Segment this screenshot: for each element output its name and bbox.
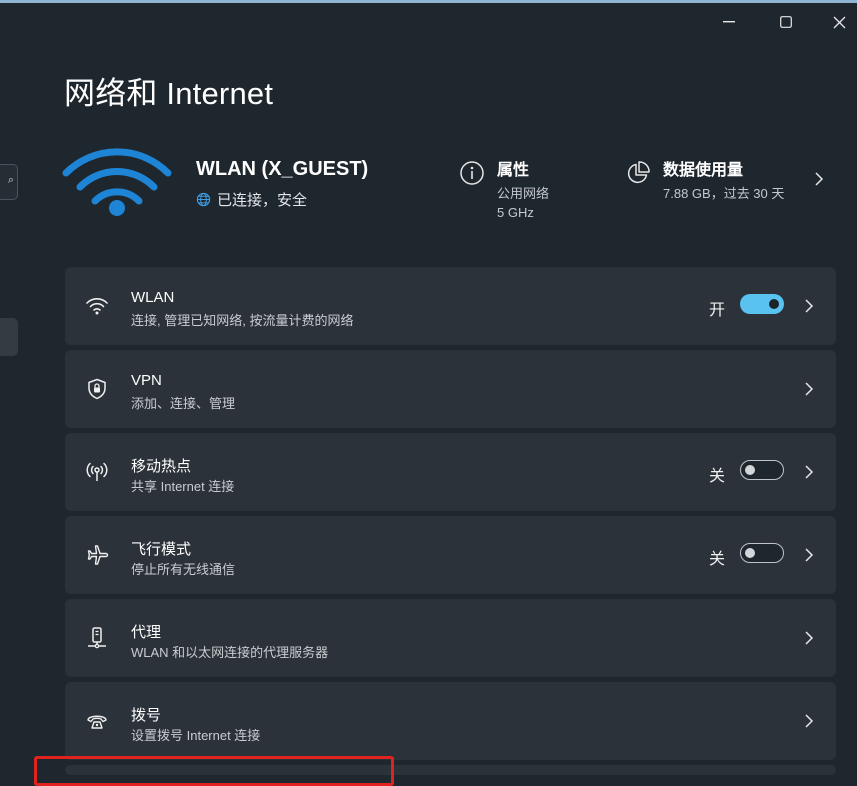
toggle-state-label: 关 bbox=[709, 468, 726, 485]
row-subtitle: WLAN 和以太网连接的代理服务器 bbox=[131, 645, 329, 660]
proxy-icon bbox=[88, 627, 106, 649]
page-title: 网络和 Internet bbox=[64, 76, 274, 111]
search-box-fragment[interactable]: ⌕ bbox=[0, 164, 18, 200]
network-status: 已连接，安全 bbox=[196, 189, 307, 210]
toggle-state-label: 关 bbox=[709, 551, 726, 568]
close-icon bbox=[833, 16, 845, 28]
properties-band: 5 GHz bbox=[497, 205, 534, 220]
vpn-shield-icon bbox=[88, 378, 106, 400]
settings-row-airplane-mode[interactable]: 飞行模式 停止所有无线通信 关 bbox=[65, 516, 836, 594]
airplane-icon bbox=[87, 545, 109, 565]
chevron-right-icon bbox=[805, 548, 814, 562]
toggle-state-label: 开 bbox=[709, 302, 726, 319]
chevron-right-icon bbox=[805, 714, 814, 728]
row-subtitle: 连接, 管理已知网络, 按流量计费的网络 bbox=[131, 313, 354, 328]
row-subtitle: 设置拨号 Internet 连接 bbox=[131, 728, 261, 743]
info-icon bbox=[460, 161, 484, 185]
chevron-right-icon bbox=[805, 631, 814, 645]
airplane-mode-toggle[interactable] bbox=[740, 543, 784, 563]
row-subtitle: 共享 Internet 连接 bbox=[131, 479, 235, 494]
row-title: WLAN bbox=[131, 289, 175, 306]
network-status-text: 已连接，安全 bbox=[217, 192, 308, 209]
settings-row-proxy[interactable]: 代理 WLAN 和以太网连接的代理服务器 bbox=[65, 599, 836, 677]
settings-row-hotspot[interactable]: 移动热点 共享 Internet 连接 关 bbox=[65, 433, 836, 511]
chevron-right-icon bbox=[805, 299, 814, 313]
hotspot-toggle[interactable] bbox=[740, 460, 784, 480]
globe-icon bbox=[196, 192, 211, 207]
row-title: 飞行模式 bbox=[131, 541, 192, 558]
hotspot-icon bbox=[86, 462, 108, 481]
minimize-icon bbox=[723, 21, 735, 23]
row-subtitle: 添加、连接、管理 bbox=[131, 396, 236, 411]
properties-link[interactable]: 属性 公用网络 5 GHz bbox=[459, 156, 549, 222]
data-usage-link[interactable]: 数据使用量 7.88 GB，过去 30 天 bbox=[625, 156, 784, 203]
data-usage-title: 数据使用量 bbox=[663, 162, 744, 179]
wlan-toggle[interactable] bbox=[740, 294, 784, 314]
highlight-annotation-box bbox=[34, 756, 394, 786]
row-title: 拨号 bbox=[131, 707, 162, 724]
window-top-border bbox=[0, 0, 857, 3]
dialup-icon bbox=[87, 715, 107, 729]
wifi-large-icon bbox=[62, 148, 172, 216]
row-title: 移动热点 bbox=[131, 458, 192, 475]
properties-network-type: 公用网络 bbox=[497, 186, 550, 201]
settings-row-dialup[interactable]: 拨号 设置拨号 Internet 连接 bbox=[65, 682, 836, 760]
row-subtitle: 停止所有无线通信 bbox=[131, 562, 236, 577]
chevron-right-icon bbox=[805, 382, 814, 396]
settings-row-wlan[interactable]: WLAN 连接, 管理已知网络, 按流量计费的网络 开 bbox=[65, 267, 836, 345]
maximize-button[interactable] bbox=[763, 6, 809, 38]
nav-item-selected-fragment[interactable] bbox=[0, 318, 18, 356]
wifi-icon bbox=[86, 298, 108, 315]
chevron-right-icon bbox=[805, 465, 814, 479]
close-button[interactable] bbox=[816, 6, 857, 38]
minimize-button[interactable] bbox=[706, 6, 752, 38]
search-icon: ⌕ bbox=[7, 174, 14, 186]
network-name: WLAN (X_GUEST) bbox=[196, 158, 369, 180]
data-usage-detail: 7.88 GB，过去 30 天 bbox=[663, 186, 785, 201]
pie-chart-icon bbox=[627, 161, 650, 184]
properties-title: 属性 bbox=[497, 162, 530, 179]
chevron-right-icon[interactable] bbox=[812, 170, 826, 188]
settings-row-vpn[interactable]: VPN 添加、连接、管理 bbox=[65, 350, 836, 428]
maximize-icon bbox=[780, 16, 792, 28]
row-title: VPN bbox=[131, 372, 162, 389]
row-title: 代理 bbox=[131, 624, 162, 641]
